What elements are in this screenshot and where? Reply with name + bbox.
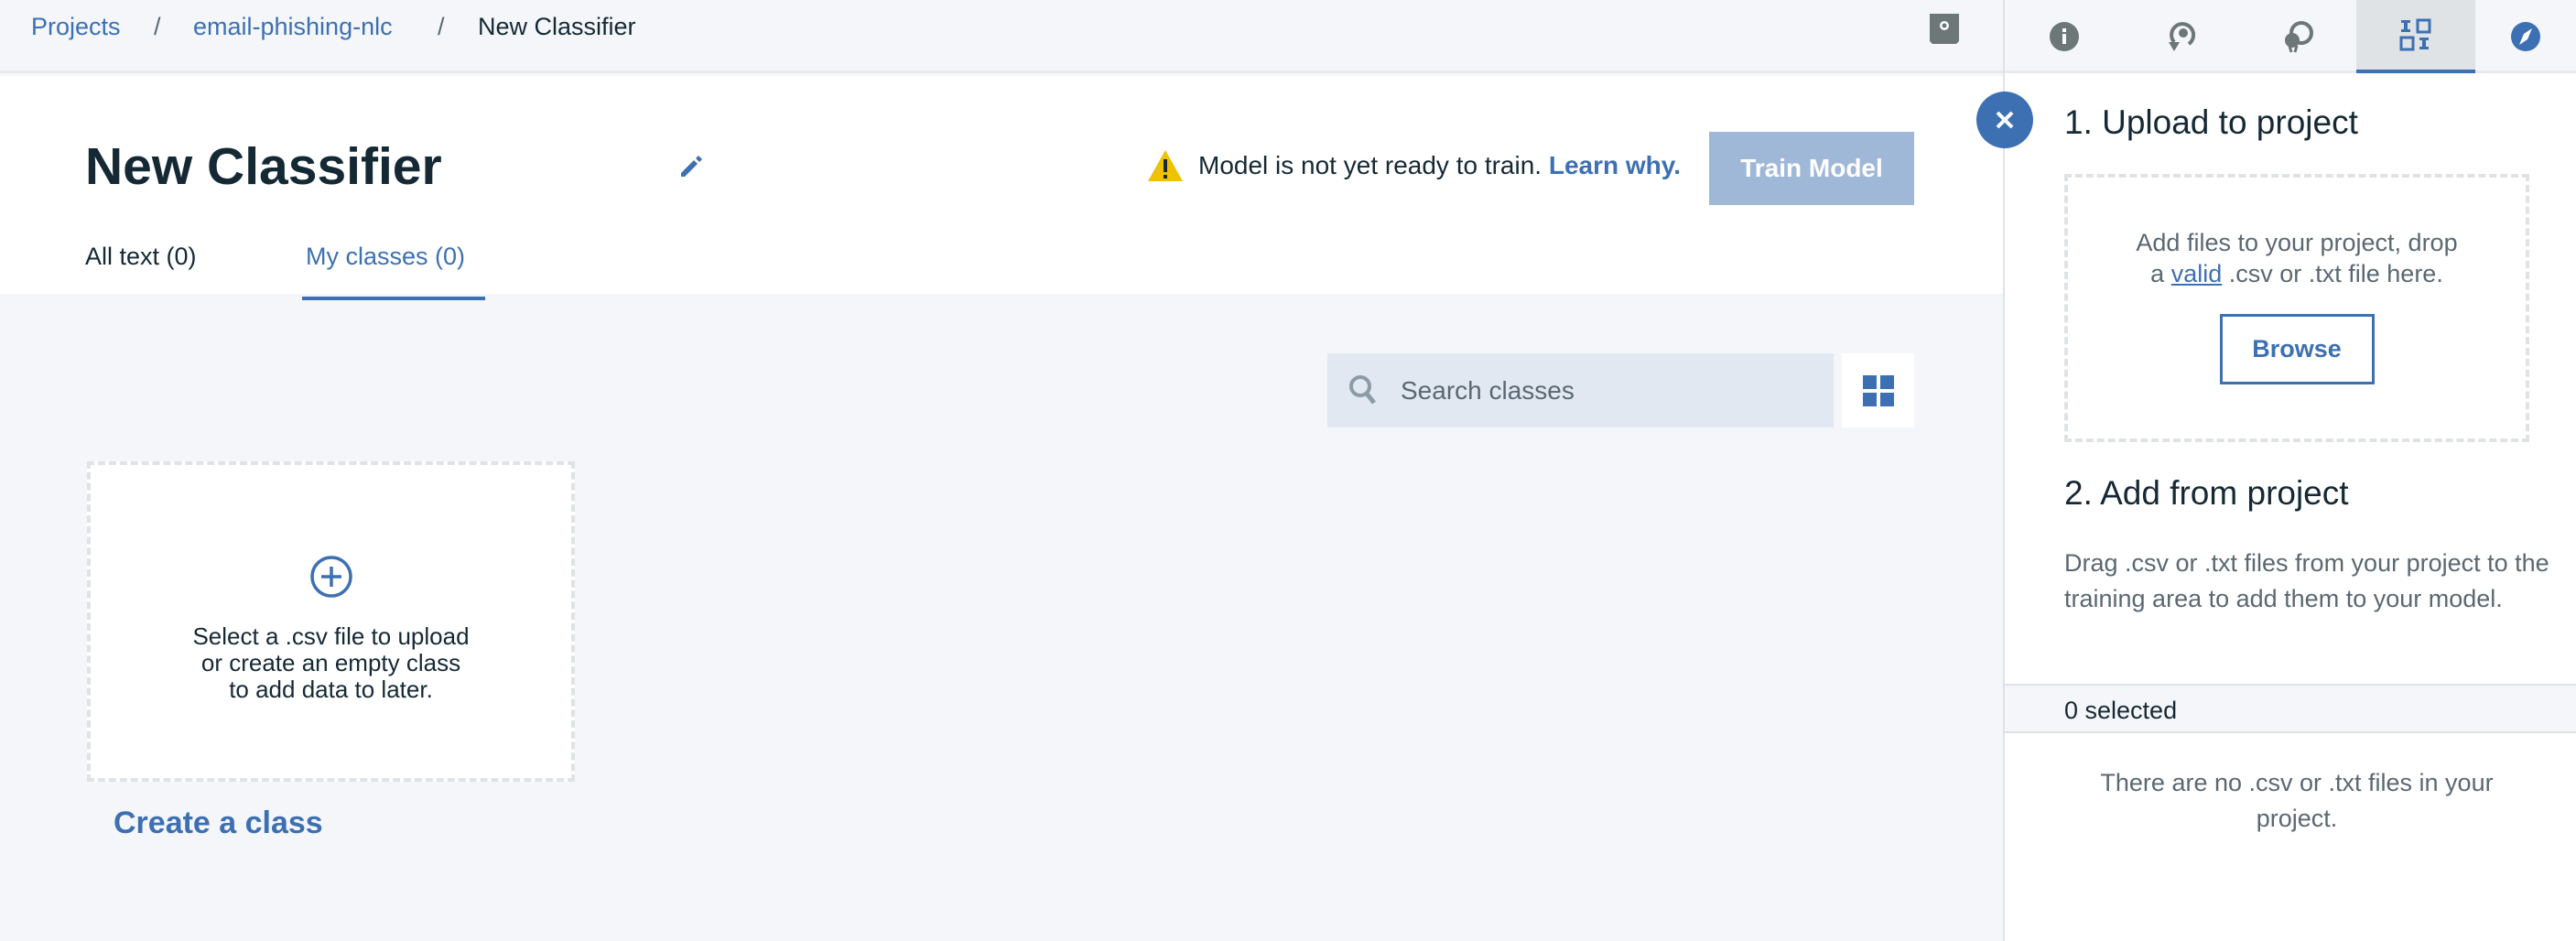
warning-icon <box>1147 149 1184 187</box>
add-section-title: 2. Add from project <box>2064 474 2349 512</box>
breadcrumb-current: New Classifier <box>478 13 636 40</box>
top-bar: Projects / email-phishing-nlc / New Clas… <box>0 0 2003 73</box>
empty-state-text: There are no .csv or .txt files in your … <box>2100 769 2494 832</box>
edit-pencil-icon[interactable] <box>677 153 705 185</box>
connection-icon[interactable] <box>2239 0 2358 73</box>
search-classes-input[interactable]: Search classes <box>1327 353 1834 427</box>
breadcrumb-projects[interactable]: Projects <box>31 13 121 41</box>
selected-count: 0 selected <box>2005 684 2576 733</box>
file-drop-zone[interactable]: Add files to your project, drop a valid … <box>2064 174 2529 442</box>
tab-my-classes[interactable]: My classes (0) <box>302 243 486 300</box>
add-circle-icon <box>309 556 352 598</box>
side-panel: 1. Upload to project Add files to your p… <box>1976 0 2576 941</box>
drop-text: a <box>2150 260 2165 287</box>
learn-why-link[interactable]: Learn why. <box>1549 151 1681 179</box>
breadcrumb-separator: / <box>438 13 445 40</box>
close-panel-button[interactable] <box>1976 92 2033 148</box>
history-icon[interactable] <box>2122 0 2241 73</box>
create-class-link[interactable]: Create a class <box>114 806 323 841</box>
tab-all-text[interactable]: All text (0) <box>85 243 197 297</box>
breadcrumb-separator: / <box>154 13 161 40</box>
browse-button[interactable]: Browse <box>2219 314 2375 384</box>
compass-icon[interactable] <box>2473 0 2576 73</box>
grid-icon <box>1862 374 1894 406</box>
page-title: New Classifier <box>85 137 442 196</box>
panel-toolbar <box>2005 0 2576 73</box>
breadcrumb-project[interactable]: email-phishing-nlc <box>193 13 393 41</box>
project-icon[interactable] <box>1929 13 1960 49</box>
grid-view-button[interactable] <box>1842 353 1914 427</box>
card-text: Select a .csv file to upload <box>192 622 470 650</box>
valid-file-link[interactable]: valid <box>2171 260 2223 287</box>
drop-text: Add files to your project, drop <box>2136 229 2458 256</box>
warning-text: Model is not yet ready to train. <box>1198 151 1542 179</box>
train-model-button[interactable]: Train Model <box>1709 132 1914 205</box>
card-text: or create an empty class <box>200 649 461 676</box>
drop-text: .csv or .txt file here. <box>2228 260 2443 287</box>
search-placeholder: Search classes <box>1401 375 1575 405</box>
data-icon[interactable] <box>2356 0 2475 73</box>
create-class-card[interactable]: Select a .csv file to upload or create a… <box>87 461 575 782</box>
page-header: New Classifier Model is not yet ready to… <box>0 76 2003 300</box>
add-instructions: Drag .csv or .txt files from your projec… <box>2064 549 2549 612</box>
close-icon <box>1996 111 2014 129</box>
search-icon <box>1349 375 1376 405</box>
card-text: to add data to later. <box>229 676 433 703</box>
info-icon[interactable] <box>2005 0 2124 73</box>
model-status: Model is not yet ready to train. Learn w… <box>1198 151 1681 180</box>
upload-section-title: 1. Upload to project <box>2064 103 2358 141</box>
